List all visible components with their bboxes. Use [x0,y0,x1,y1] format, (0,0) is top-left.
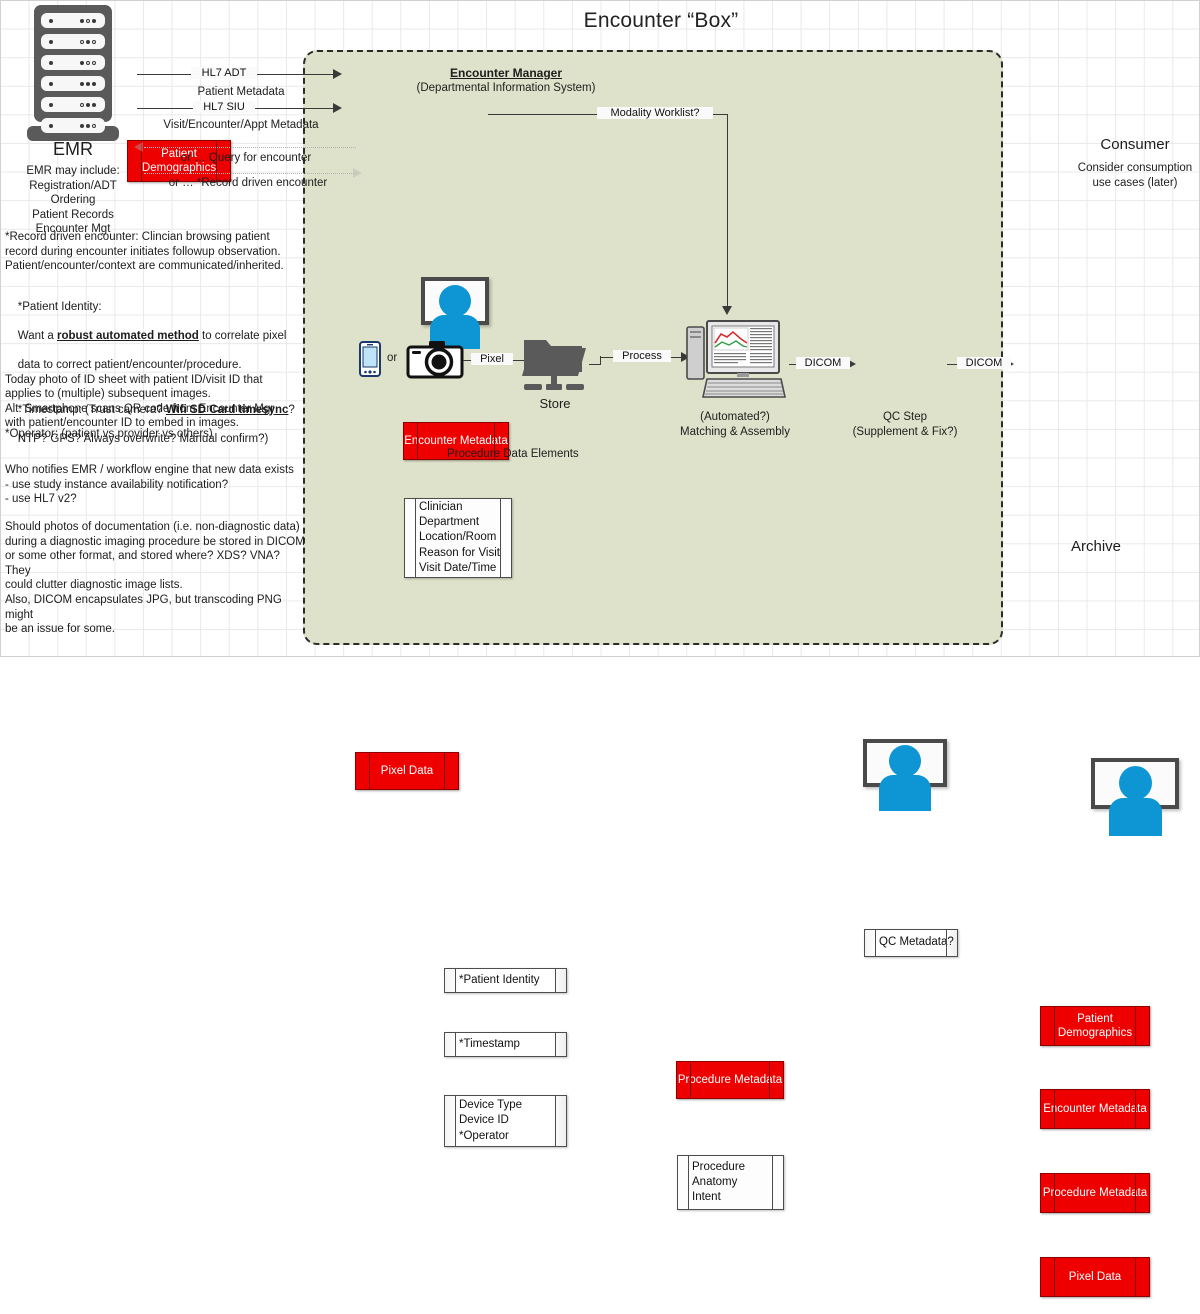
connector-record-driven-arrow [353,168,362,178]
connector-label-process: Process [613,350,671,362]
connector-label-hl7-siu: HL7 SIU [193,101,255,113]
connector-label-dicom-2: DICOM [957,357,1011,369]
consumer-label: Consumer [1100,136,1170,153]
encounter-metadata-fields: Clinician Department Location/Room Reaso… [419,500,500,574]
matching-caption: (Automated?) Matching & Assembly [680,411,790,438]
banner-pixel-data: Pixel Data [355,752,459,790]
note-should-photos: Should photos of documentation (i.e. non… [5,521,305,636]
pde-label: *Timestamp [459,1037,520,1050]
note-record-driven: *Record driven encounter: Clincian brows… [5,231,284,273]
emr-server-icon [27,5,119,141]
connector-modality-worklist-arrow [722,306,732,315]
store-folder-icon [520,326,590,394]
ts-c: ? [288,403,295,416]
connector-label-dicom-1: DICOM [796,357,850,369]
banner-label: Pixel Data [380,764,434,777]
note-timestamp: *Timestamp: (Trust camera? Wifi SD Card … [5,388,305,461]
procedure-metadata-fields-box: Procedure Anatomy Intent [677,1155,784,1210]
qc-step-caption: QC Step (Supplement & Fix?) [852,411,958,438]
qc-metadata-box: QC Metadata? [864,929,958,957]
procedure-data-elements-title: Procedure Data Elements [447,448,579,460]
procedure-metadata-fields: Procedure Anatomy Intent [692,1160,746,1204]
banner-pixel-data-right: Pixel Data [1040,1257,1150,1297]
banner-label: Procedure Metadata [1042,1186,1148,1199]
diagram-canvas: Encounter “Box” EMR EMR may include: Reg… [0,0,1200,1297]
connector-label-modality-worklist: Modality Worklist? [597,107,713,119]
banner-encounter-metadata-right: Encounter Metadata [1040,1089,1150,1129]
workstation-icon [685,319,786,405]
store-label: Store [539,396,571,411]
ts-a: *Timestamp: (Trust camera? [17,403,166,416]
pde-label: *Patient Identity [459,973,540,986]
pde-label: Device Type Device ID *Operator [459,1099,523,1142]
note-operator: *Operator: (patient vs provider vs other… [5,428,213,440]
qc-step-user-icon [863,739,947,811]
connector-hl7-adt-arrow [333,69,342,79]
connector-modality-worklist-v [727,114,728,309]
connector-query-arrow [134,142,143,152]
banner-label: Encounter Metadata [1043,1102,1147,1115]
connector-label-visit-metadata: Visit/Encounter/Appt Metadata [163,119,319,131]
connector-record-driven-line [144,173,356,174]
note-patient-identity-head: *Patient Identity: [17,300,102,313]
banner-procedure-metadata-right: Procedure Metadata [1040,1173,1150,1213]
ts-emph: Wifi SD Card timesync [165,403,289,416]
page-title: Encounter “Box” [583,9,739,32]
emr-includes-text: EMR may include: Registration/ADT Orderi… [26,165,120,236]
connector-label-patient-metadata: Patient Metadata [197,86,285,98]
connector-label-record-driven-encounter: or … *Record driven encounter [168,177,328,189]
connector-label-pixel: Pixel [471,353,513,365]
camera-icon [406,341,464,379]
banner-label: Pixel Data [1068,1270,1122,1283]
pi-line-emph: robust automated method [56,329,199,342]
banner-label: Patient Demographics [1057,1012,1133,1040]
smartphone-icon [359,341,381,377]
consumer-user-icon [1091,758,1179,836]
pi-line-a: Want a [17,329,57,342]
banner-patient-demographics-right: Patient Demographics [1040,1006,1150,1046]
connector-label-query-for-encounter: or … Query for encounter [180,152,312,164]
consumer-note: Consider consumption use cases (later) [1077,162,1193,189]
pde-box-device: Device Type Device ID *Operator [444,1095,567,1147]
qc-metadata-label: QC Metadata? [879,936,954,949]
encounter-metadata-fields-box: Clinician Department Location/Room Reaso… [404,498,512,578]
emr-label: EMR [53,139,93,159]
encounter-manager-subtitle: (Departmental Information System) [416,82,596,94]
connector-query-line [144,147,356,148]
capture-or-label: or [387,352,398,364]
pi-line-c: to correlate pixel [198,329,287,342]
pde-box-timestamp: *Timestamp [444,1032,567,1057]
archive-label: Archive [1070,538,1122,555]
pde-box-patient-identity: *Patient Identity [444,968,567,993]
banner-procedure-metadata-center: Procedure Metadata [676,1061,784,1099]
banner-label: Procedure Metadata [677,1073,783,1086]
connector-hl7-siu-arrow [333,103,342,113]
note-who-notifies: Who notifies EMR / workflow engine that … [5,464,294,506]
encounter-manager-user-icon [421,277,489,349]
connector-label-hl7-adt: HL7 ADT [191,67,257,79]
encounter-manager-title: Encounter Manager [449,66,563,80]
